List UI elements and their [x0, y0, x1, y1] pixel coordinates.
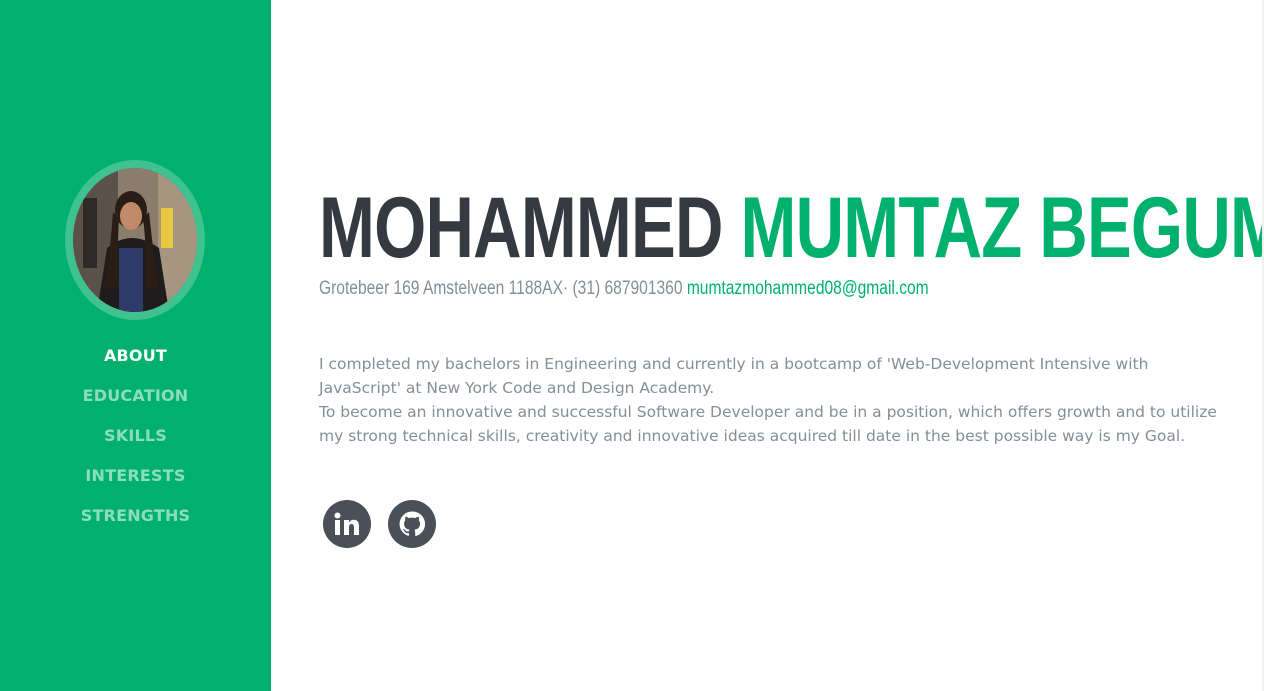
- nav-item-strengths[interactable]: STRENGTHS: [0, 496, 271, 536]
- nav-item-skills[interactable]: SKILLS: [0, 416, 271, 456]
- avatar: [73, 168, 197, 312]
- last-name: MUMTAZ BEGUM: [740, 180, 1264, 276]
- about-section: MOHAMMED MUMTAZ BEGUM Grotebeer 169 Amst…: [271, 0, 1264, 691]
- profile-photo: [73, 168, 197, 312]
- linkedin-link[interactable]: [323, 500, 371, 548]
- sidebar: ABOUT EDUCATION SKILLS INTERESTS STRENGT…: [0, 0, 271, 691]
- bio-paragraph-1: I completed my bachelors in Engineering …: [319, 355, 1149, 397]
- email-link[interactable]: mumtazmohammed08@gmail.com: [687, 278, 929, 299]
- github-link[interactable]: [388, 500, 436, 548]
- first-name: MOHAMMED: [319, 180, 723, 276]
- bio: I completed my bachelors in Engineering …: [319, 352, 1219, 448]
- nav-item-about[interactable]: ABOUT: [0, 336, 271, 376]
- linkedin-icon: [334, 512, 359, 535]
- nav-menu: ABOUT EDUCATION SKILLS INTERESTS STRENGT…: [0, 336, 271, 536]
- address: Grotebeer 169 Amstelveen 1188AX· (31) 68…: [319, 278, 683, 299]
- avatar-frame: [65, 160, 205, 320]
- github-icon: [399, 511, 425, 536]
- nav-item-education[interactable]: EDUCATION: [0, 376, 271, 416]
- page-title: MOHAMMED MUMTAZ BEGUM: [319, 178, 1264, 278]
- bio-paragraph-2: To become an innovative and successful S…: [319, 403, 1217, 445]
- social-icons: [323, 500, 436, 548]
- nav-item-interests[interactable]: INTERESTS: [0, 456, 271, 496]
- contact-line: Grotebeer 169 Amstelveen 1188AX· (31) 68…: [319, 277, 929, 301]
